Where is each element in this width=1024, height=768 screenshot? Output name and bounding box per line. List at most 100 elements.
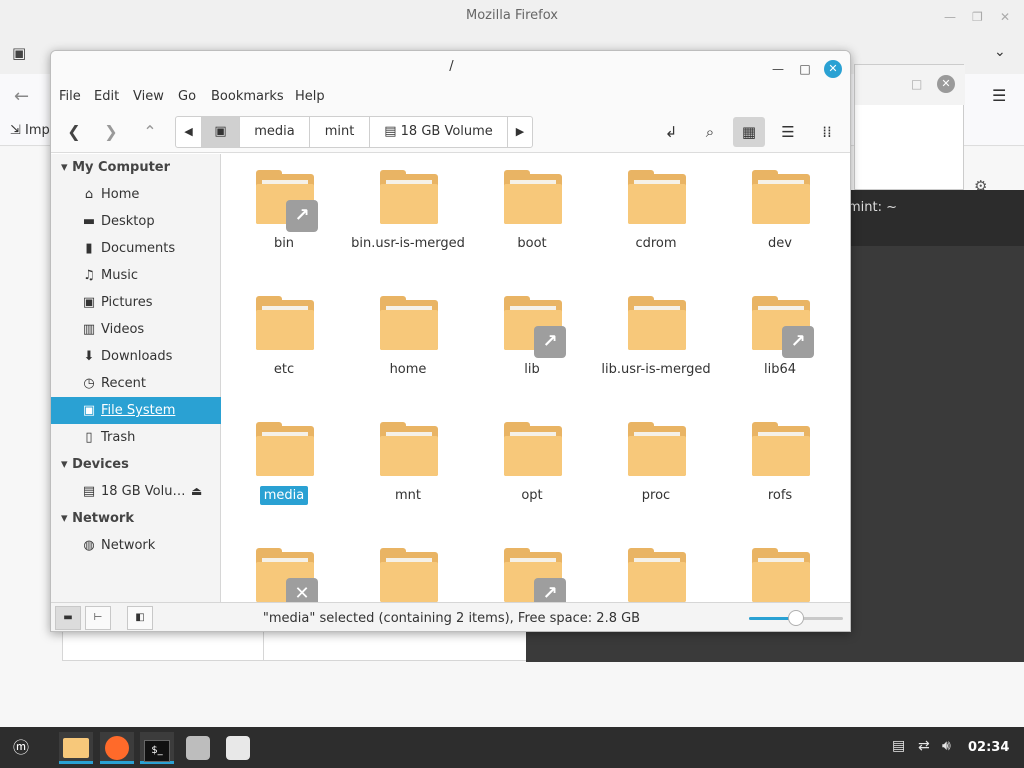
my-computer-label: My Computer [72,160,171,175]
path-volume-button[interactable]: ▤ 18 GB Volume [370,117,508,147]
file-tile[interactable]: home [346,280,470,390]
file-tile[interactable] [718,532,842,602]
sidebar-item-file-system[interactable]: ▣ File System [51,397,221,424]
file-name: cdrom [594,236,718,251]
clock[interactable]: 02:34 [968,740,1009,755]
tab-overview-icon[interactable]: ▣ [12,44,26,62]
taskbar-firefox-app[interactable] [100,732,134,764]
file-tile[interactable]: ↗ lib64 [718,280,842,390]
window-title: / [449,59,454,74]
file-tile[interactable]: boot [470,154,594,264]
path-media-button[interactable]: media [240,117,310,147]
menu-help[interactable]: Help [295,89,325,104]
background-window: □ ✕ [854,64,965,190]
file-tile[interactable]: ↗ [470,532,594,602]
menu-view[interactable]: View [133,89,164,104]
list-view-button[interactable]: ☰ [772,117,804,147]
file-name-text: opt [521,488,543,503]
taskbar-files-app[interactable] [59,732,93,764]
file-tile[interactable]: ↗ lib [470,280,594,390]
network-disconnected-icon[interactable]: ⇄ [918,738,930,754]
background-close-icon[interactable]: ✕ [937,75,955,93]
zoom-slider-thumb[interactable] [788,610,804,626]
file-tile[interactable]: ↗ bin [222,154,346,264]
sidebar-item-desktop[interactable]: ▬ Desktop [51,208,221,235]
notes-tray-icon[interactable]: ▤ [892,738,905,754]
sidebar-item-music[interactable]: ♫ Music [51,262,221,289]
folder-icon [628,548,686,602]
close-button[interactable]: ✕ [824,60,842,78]
devices-header[interactable]: ▾ Devices [61,457,129,472]
file-name-text: boot [517,236,547,251]
path-mint-button[interactable]: mint [310,117,370,147]
icon-view-button[interactable]: ▦ [733,117,765,147]
file-name: opt [470,488,594,503]
file-tile[interactable]: proc [594,406,718,516]
menu-icon[interactable]: ☰ [992,86,1006,105]
background-maximize-icon[interactable]: □ [911,77,922,91]
import-bookmarks-link[interactable]: ⇲ Imp [10,123,50,138]
back-icon[interactable]: ← [14,86,29,107]
sidebar-item-downloads[interactable]: ⬇ Downloads [51,343,221,370]
sidebar-item-videos[interactable]: ▥ Videos [51,316,221,343]
terminal-title: mint: ~ [848,200,898,215]
file-tile[interactable]: dev [718,154,842,264]
firefox-maximize-icon[interactable]: ❐ [972,10,983,24]
file-tile[interactable]: ✕ [222,532,346,602]
search-icon[interactable]: ⌕ [694,117,726,147]
maximize-button[interactable]: □ [796,60,814,78]
sidebar-item-pictures[interactable]: ▣ Pictures [51,289,221,316]
taskbar-disks-app[interactable] [181,732,215,764]
folder-icon [752,548,810,602]
zoom-slider[interactable] [749,610,843,626]
folder-icon: ↗ [256,170,318,232]
forward-button[interactable]: ❯ [96,117,126,147]
path-scroll-right-icon[interactable]: ▶ [508,117,532,147]
folder-icon [256,422,314,478]
volume-icon[interactable]: 🔊︎ [942,738,951,754]
minimize-button[interactable]: — [769,60,787,78]
file-name: lib64 [718,362,842,377]
file-tile[interactable]: mnt [346,406,470,516]
menu-bookmarks[interactable]: Bookmarks [211,89,284,104]
network-header[interactable]: ▾ Network [61,511,134,526]
path-root-button[interactable]: ▣ [202,117,240,147]
file-name-text: lib.usr-is-merged [601,362,711,377]
file-tile[interactable]: etc [222,280,346,390]
taskbar-terminal-app[interactable]: $_ [140,732,174,764]
sidebar-label-network: Network [101,538,156,553]
mint-menu-icon[interactable]: ⓜ [4,732,38,764]
compact-view-button[interactable]: ⁞⁞ [811,117,843,147]
sidebar-item-volume[interactable]: ▤ 18 GB Volu… ⏏ [51,478,221,505]
file-name: etc [222,362,346,377]
file-system-icon: ▣ [82,403,96,418]
file-tile[interactable] [594,532,718,602]
file-tile[interactable]: lib.usr-is-merged [594,280,718,390]
sidebar-item-trash[interactable]: ▯ Trash [51,424,221,451]
file-tile[interactable]: rofs [718,406,842,516]
sidebar-item-documents[interactable]: ▮ Documents [51,235,221,262]
menu-file[interactable]: File [59,89,81,104]
file-tile[interactable]: bin.usr-is-merged [346,154,470,264]
back-button[interactable]: ❮ [59,117,89,147]
eject-icon[interactable]: ⏏ [191,478,202,505]
taskbar-software-app[interactable] [221,732,255,764]
firefox-minimize-icon[interactable]: — [944,10,956,24]
path-scroll-left-icon[interactable]: ◀ [176,117,202,147]
firefox-close-icon[interactable]: ✕ [1000,10,1010,24]
file-tile[interactable] [346,532,470,602]
toggle-location-icon[interactable]: ↲ [655,117,687,147]
my-computer-header[interactable]: ▾ My Computer [61,160,170,175]
tab-list-chevron-icon[interactable]: ⌄ [994,44,1006,60]
menu-edit[interactable]: Edit [94,89,119,104]
file-tile[interactable]: opt [470,406,594,516]
file-tile[interactable]: cdrom [594,154,718,264]
sidebar-item-network[interactable]: ◍ Network [51,532,221,559]
sidebar-item-home[interactable]: ⌂ Home [51,181,221,208]
up-button[interactable]: ⌃ [135,117,165,147]
menu-go[interactable]: Go [178,89,196,104]
sidebar-item-recent[interactable]: ◷ Recent [51,370,221,397]
file-tile[interactable]: media [222,406,346,516]
home-icon: ⌂ [84,187,94,202]
file-grid: ↗ bin bin.usr-is-merged boot cdrom dev etc home… [222,154,850,602]
